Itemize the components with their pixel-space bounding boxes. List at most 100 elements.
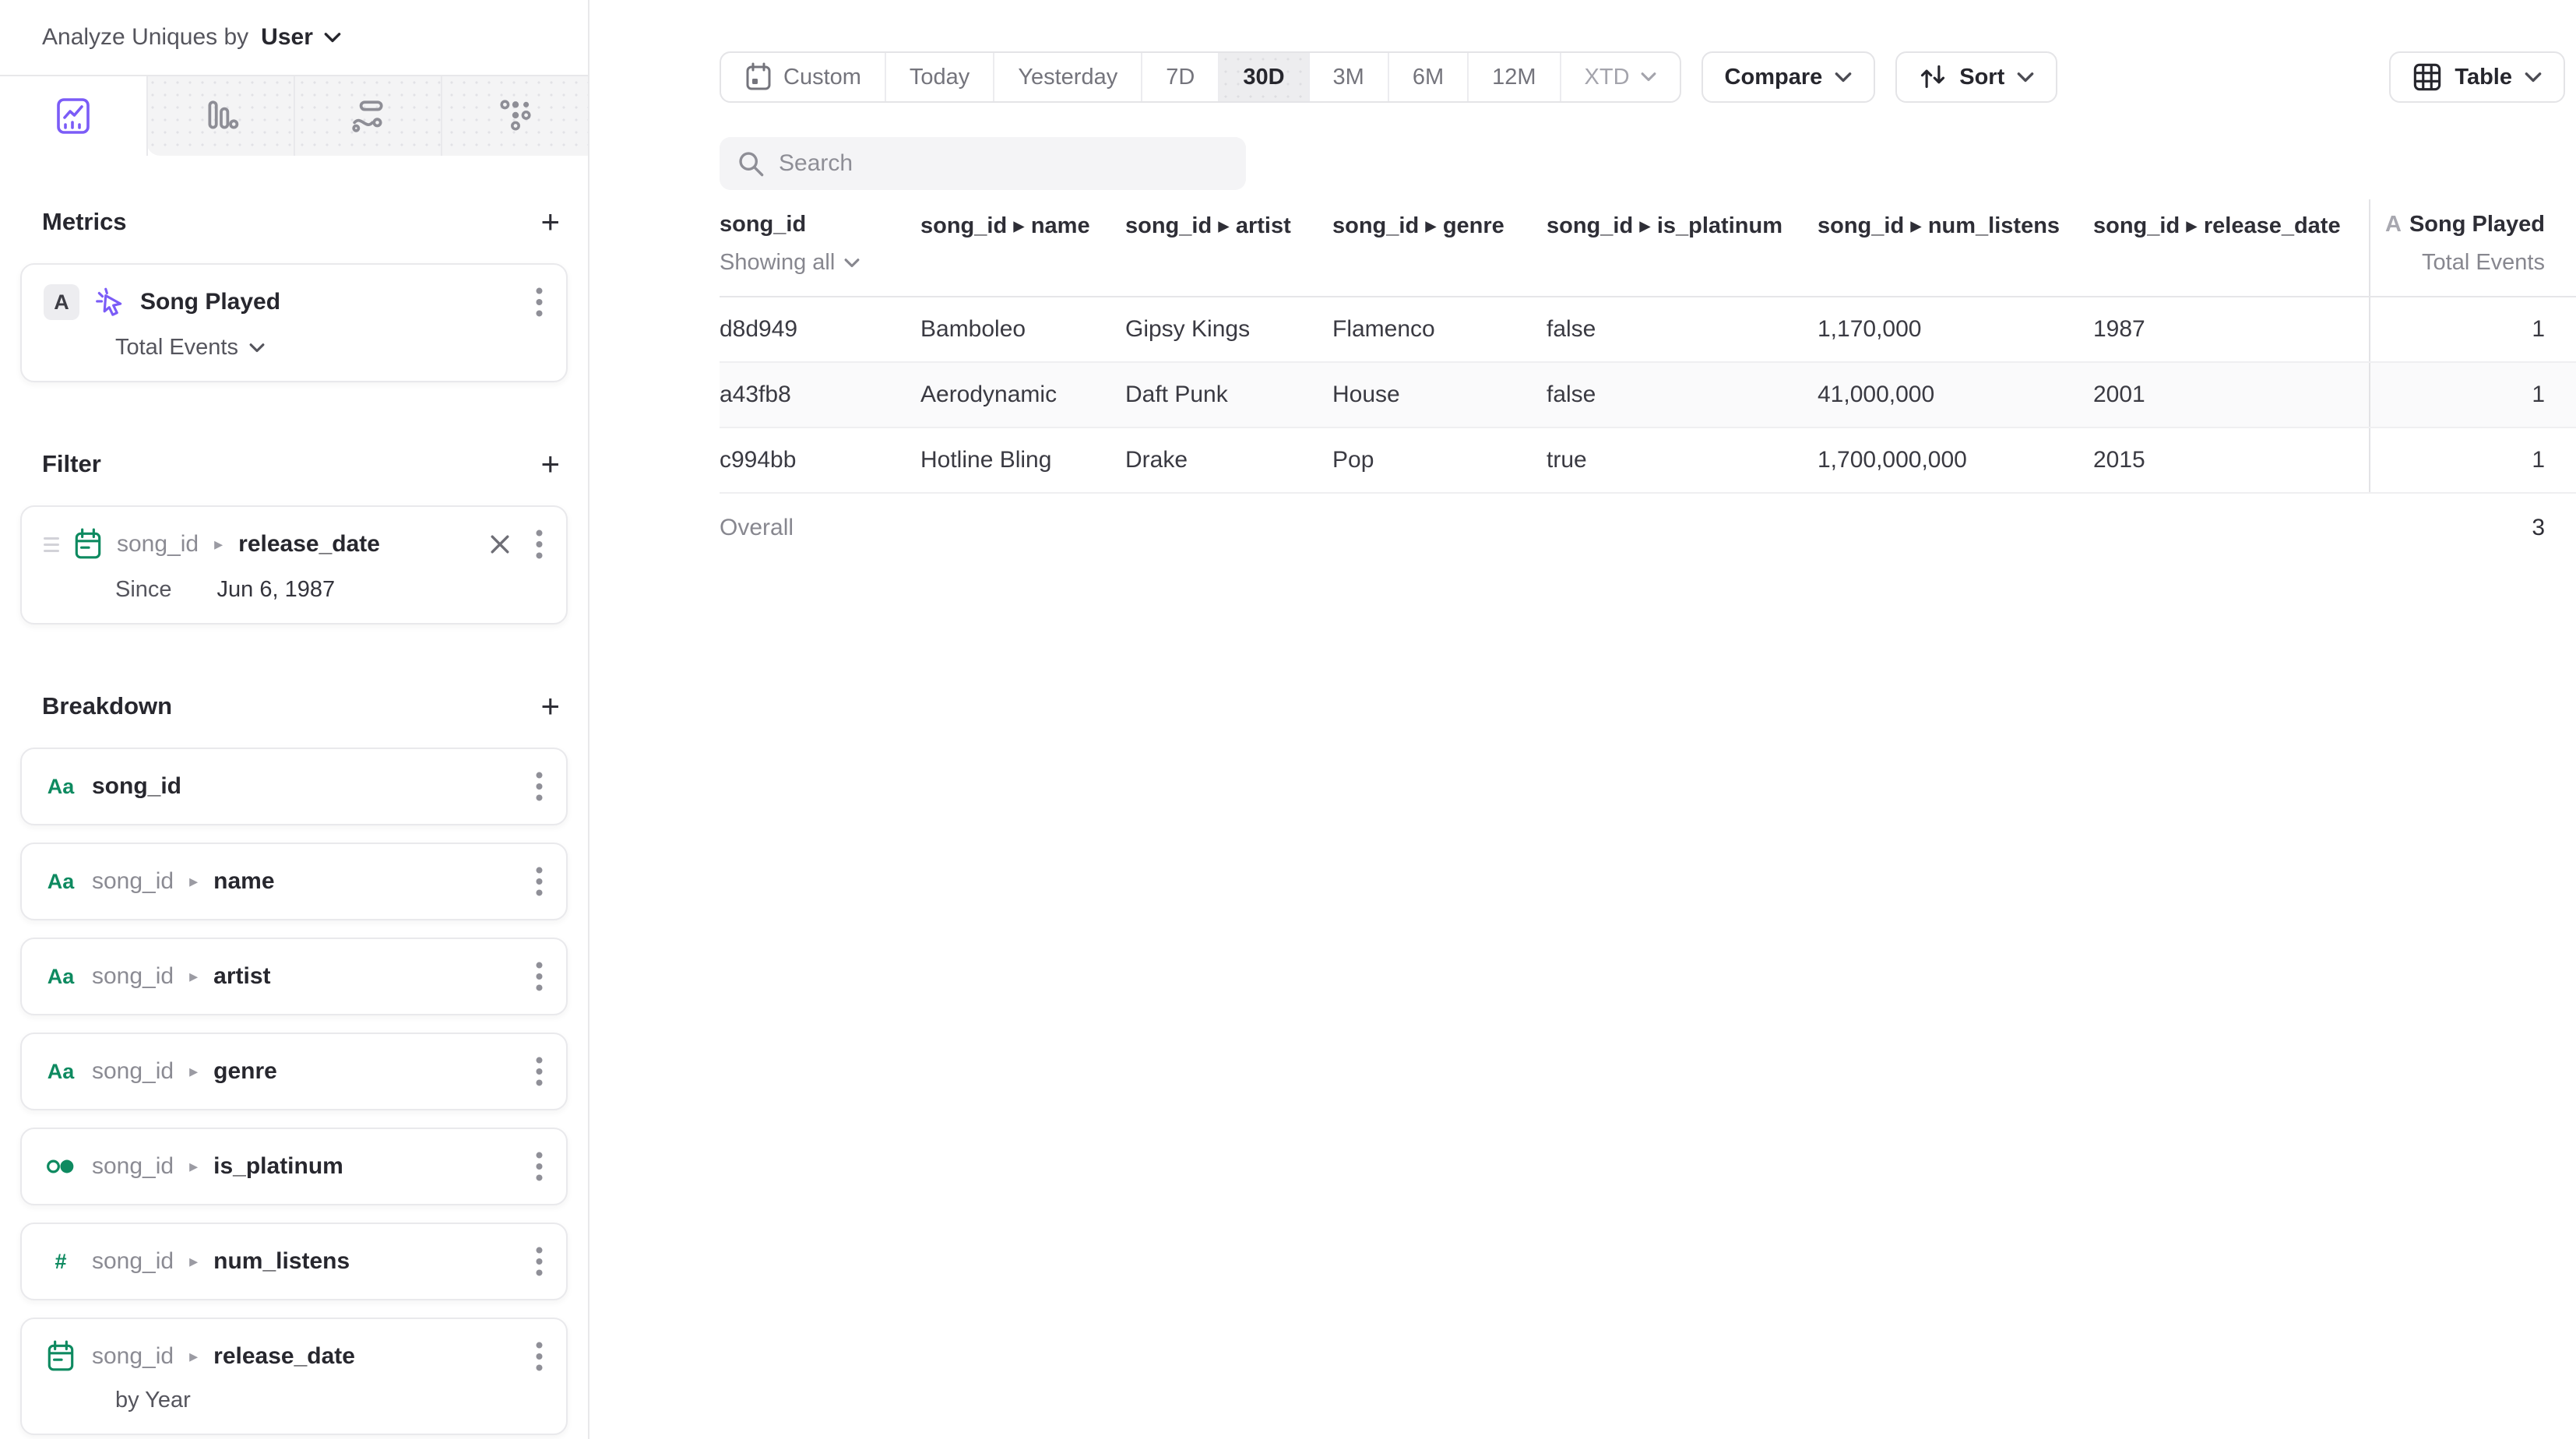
- metric-series-prefix: A: [2385, 212, 2402, 237]
- filter-kebab-menu[interactable]: [534, 529, 544, 560]
- column-header-metric[interactable]: A Song Played Total Events: [2369, 199, 2576, 296]
- date-range-label: 12M: [1492, 65, 1536, 90]
- breakdown-item-num-listens[interactable]: # song_id ▸ num_listens: [20, 1223, 568, 1300]
- filter-condition[interactable]: Since Jun 6, 1987: [44, 577, 544, 603]
- breakdown-item-genre[interactable]: Aa song_id ▸ genre: [20, 1033, 568, 1110]
- column-header-release-date[interactable]: song_id ▸ release_date: [2093, 199, 2369, 296]
- table-cell: c994bb: [720, 428, 920, 492]
- aggregation-selector[interactable]: Total Events: [44, 335, 544, 361]
- column-header-num-listens[interactable]: song_id ▸ num_listens: [1818, 199, 2093, 296]
- table-cell: Pop: [1332, 428, 1547, 492]
- table-cell: 1987: [2093, 297, 2369, 361]
- sort-arrows-icon: [1919, 64, 1947, 90]
- filter-card[interactable]: song_id ▸ release_date Since Jun 6, 1987: [20, 505, 568, 625]
- table-row[interactable]: c994bb Hotline Bling Drake Pop true 1,70…: [720, 428, 2576, 494]
- add-filter-button[interactable]: +: [537, 448, 563, 480]
- filter-value: Jun 6, 1987: [217, 577, 336, 603]
- column-header-artist[interactable]: song_id ▸ artist: [1125, 199, 1332, 296]
- metric-value-cell: 1: [2369, 428, 2576, 492]
- tab-insights[interactable]: [0, 76, 146, 156]
- date-range-custom[interactable]: Custom: [721, 53, 886, 101]
- chevron-down-icon: [1641, 72, 1656, 83]
- table-cell: Drake: [1125, 428, 1332, 492]
- breakdown-kebab-menu[interactable]: [534, 1341, 544, 1372]
- tab-retention[interactable]: [441, 76, 588, 156]
- table-cell: Hotline Bling: [920, 428, 1125, 492]
- chevron-down-icon: [249, 343, 265, 354]
- overall-row: Overall 3: [720, 494, 2576, 562]
- date-range-12m[interactable]: 12M: [1469, 53, 1561, 101]
- metric-card[interactable]: A Song Played Total Events: [20, 263, 568, 382]
- sort-button[interactable]: Sort: [1895, 51, 2057, 103]
- date-range-6m[interactable]: 6M: [1389, 53, 1469, 101]
- showing-all-selector[interactable]: Showing all: [720, 250, 920, 276]
- breakdown-item-release-date[interactable]: song_id ▸ release_date by Year: [20, 1318, 568, 1435]
- date-property-calendar-icon: [73, 528, 103, 561]
- metric-kebab-menu[interactable]: [534, 287, 544, 318]
- table-cell: Daft Punk: [1125, 363, 1332, 427]
- breakdown-kebab-menu[interactable]: [534, 961, 544, 992]
- breakdown-item-song-id[interactable]: Aa song_id: [20, 748, 568, 825]
- breakdown-property-name: release_date: [213, 1343, 355, 1370]
- drag-handle-icon[interactable]: [44, 537, 59, 552]
- breakdown-item-artist[interactable]: Aa song_id ▸ artist: [20, 938, 568, 1015]
- table-row[interactable]: a43fb8 Aerodynamic Daft Punk House false…: [720, 363, 2576, 428]
- compare-button[interactable]: Compare: [1701, 51, 1876, 103]
- date-range-3m[interactable]: 3M: [1310, 53, 1389, 101]
- column-header-genre[interactable]: song_id ▸ genre: [1332, 199, 1547, 296]
- entity-selector[interactable]: User: [261, 24, 341, 51]
- column-header-song-id[interactable]: song_id Showing all: [720, 199, 920, 296]
- breakdown-item-name[interactable]: Aa song_id ▸ name: [20, 843, 568, 920]
- date-range-xtd[interactable]: XTD: [1561, 53, 1680, 101]
- remove-filter-button[interactable]: [487, 533, 512, 555]
- view-type-button[interactable]: Table: [2389, 51, 2565, 103]
- breakdown-title: Breakdown: [42, 692, 172, 720]
- add-breakdown-button[interactable]: +: [537, 690, 563, 723]
- kebab-icon: [536, 1056, 543, 1087]
- breakdown-property-parent: song_id: [92, 1153, 174, 1180]
- breakdown-property-parent: song_id: [92, 868, 174, 895]
- metrics-title: Metrics: [42, 208, 127, 236]
- sort-label: Sort: [1959, 65, 2004, 90]
- arrow-separator-icon: ▸: [188, 1156, 199, 1177]
- funnels-bars-icon: [203, 98, 239, 134]
- breakdown-item-is-platinum[interactable]: song_id ▸ is_platinum: [20, 1128, 568, 1205]
- aggregation-label: Total Events: [115, 335, 238, 361]
- overall-value: 3: [2369, 494, 2576, 562]
- metrics-section-header: Metrics +: [42, 206, 563, 238]
- date-range-yesterday[interactable]: Yesterday: [994, 53, 1142, 101]
- date-range-today[interactable]: Today: [886, 53, 994, 101]
- add-metric-button[interactable]: +: [537, 206, 563, 238]
- table-cell: House: [1332, 363, 1547, 427]
- column-header-is-platinum[interactable]: song_id ▸ is_platinum: [1547, 199, 1818, 296]
- tab-funnels[interactable]: [146, 76, 294, 156]
- breakdown-bucketing[interactable]: by Year: [44, 1388, 544, 1413]
- table-row[interactable]: d8d949 Bamboleo Gipsy Kings Flamenco fal…: [720, 297, 2576, 363]
- table-search[interactable]: [720, 137, 1246, 190]
- table-header-row: song_id Showing all song_id ▸ name song_…: [720, 199, 2576, 297]
- table-cell: 41,000,000: [1818, 363, 2093, 427]
- arrow-separator-icon: ▸: [188, 1061, 199, 1082]
- date-range-30d-active[interactable]: 30D: [1219, 53, 1309, 101]
- inactive-tabs-group: [146, 76, 588, 156]
- breakdown-kebab-menu[interactable]: [534, 771, 544, 802]
- breakdown-property-name: artist: [213, 963, 270, 990]
- tab-flows[interactable]: [294, 76, 441, 156]
- table-cell: 1,700,000,000: [1818, 428, 2093, 492]
- table-cell: true: [1547, 428, 1818, 492]
- breakdown-kebab-menu[interactable]: [534, 1246, 544, 1277]
- showing-all-label: Showing all: [720, 250, 835, 276]
- breakdown-kebab-menu[interactable]: [534, 1056, 544, 1087]
- event-click-icon: [93, 286, 126, 318]
- flows-icon: [350, 98, 386, 134]
- search-input[interactable]: [779, 150, 1229, 177]
- metric-value-cell: 1: [2369, 363, 2576, 427]
- column-header-name[interactable]: song_id ▸ name: [920, 199, 1125, 296]
- breakdown-kebab-menu[interactable]: [534, 866, 544, 897]
- breakdown-section-header: Breakdown +: [42, 690, 563, 723]
- kebab-icon: [536, 287, 543, 318]
- app-root: Analyze Uniques by User: [0, 0, 2576, 1439]
- metric-aggregation-label: Total Events: [2422, 250, 2545, 276]
- date-range-7d[interactable]: 7D: [1142, 53, 1219, 101]
- breakdown-kebab-menu[interactable]: [534, 1151, 544, 1182]
